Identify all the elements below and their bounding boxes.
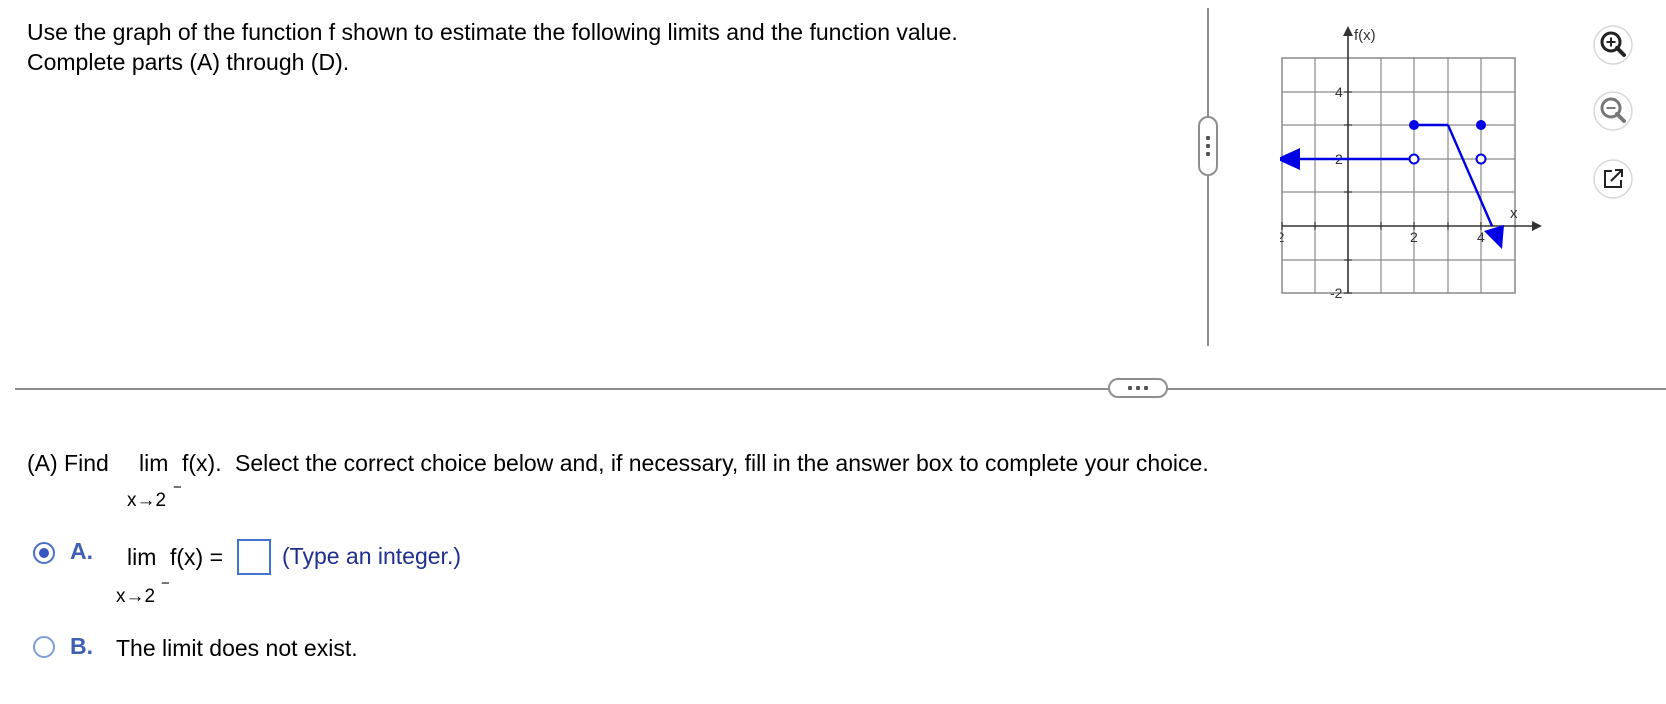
zoom-out-button[interactable] (1592, 90, 1634, 132)
choice-b-text[interactable]: The limit does not exist. (116, 633, 358, 663)
zoom-in-button[interactable] (1592, 24, 1634, 66)
y-tick-label: 4 (1335, 84, 1343, 100)
choice-a-lim: lim (127, 544, 157, 570)
part-a-limit-superscript: − (173, 479, 182, 496)
closed-point (1476, 120, 1486, 130)
y-tick-label: -2 (1330, 285, 1343, 301)
zoom-in-icon (1593, 25, 1633, 65)
choice-a-letter: A. (70, 538, 93, 564)
choice-a-limit-subscript: x→2 (116, 586, 156, 607)
x-axis-label: x (1510, 205, 1518, 222)
answer-input[interactable] (237, 539, 271, 575)
left-arrowhead (1280, 148, 1300, 170)
graph-grid (1281, 57, 1516, 294)
choice-b-radio[interactable] (33, 636, 55, 658)
closed-point (1409, 120, 1419, 130)
part-a-lim: lim (139, 450, 169, 476)
part-a-prefix: (A) Find (27, 450, 109, 476)
part-a-instruction: Select the correct choice below and, if … (235, 450, 1209, 476)
vertical-divider (1207, 8, 1209, 346)
question-line-1: Use the graph of the function f shown to… (27, 19, 958, 45)
choice-b-letter: B. (70, 633, 93, 659)
popout-icon (1593, 159, 1633, 199)
choice-a-radio[interactable] (33, 542, 55, 564)
part-a-limit-subscript: x→2 (127, 490, 167, 511)
choice-a-limit-superscript: − (161, 575, 170, 592)
zoom-out-icon (1593, 91, 1633, 131)
function-graph: f(x) x -2 2 4 4 2 -2 (1280, 26, 1542, 301)
x-tick-label: 4 (1477, 229, 1485, 245)
choice-a-func: f(x) = (170, 544, 224, 570)
open-point (1408, 153, 1420, 165)
open-point (1475, 153, 1487, 165)
y-axis-label: f(x) (1354, 27, 1376, 44)
question-line-2: Complete parts (A) through (D). (27, 49, 350, 75)
horizontal-resize-handle[interactable] (1108, 378, 1168, 398)
horizontal-divider (15, 388, 1666, 390)
down-arrowhead (1484, 225, 1504, 249)
x-tick-label: 2 (1410, 229, 1418, 245)
choice-a-hint: (Type an integer.) (282, 543, 461, 569)
function-curve (1280, 120, 1504, 249)
vertical-resize-handle[interactable] (1198, 116, 1218, 176)
x-tick-label: -2 (1280, 229, 1285, 245)
part-a-func: f(x). (182, 450, 222, 476)
popout-button[interactable] (1592, 158, 1634, 200)
curve-segment-descending (1446, 124, 1494, 227)
